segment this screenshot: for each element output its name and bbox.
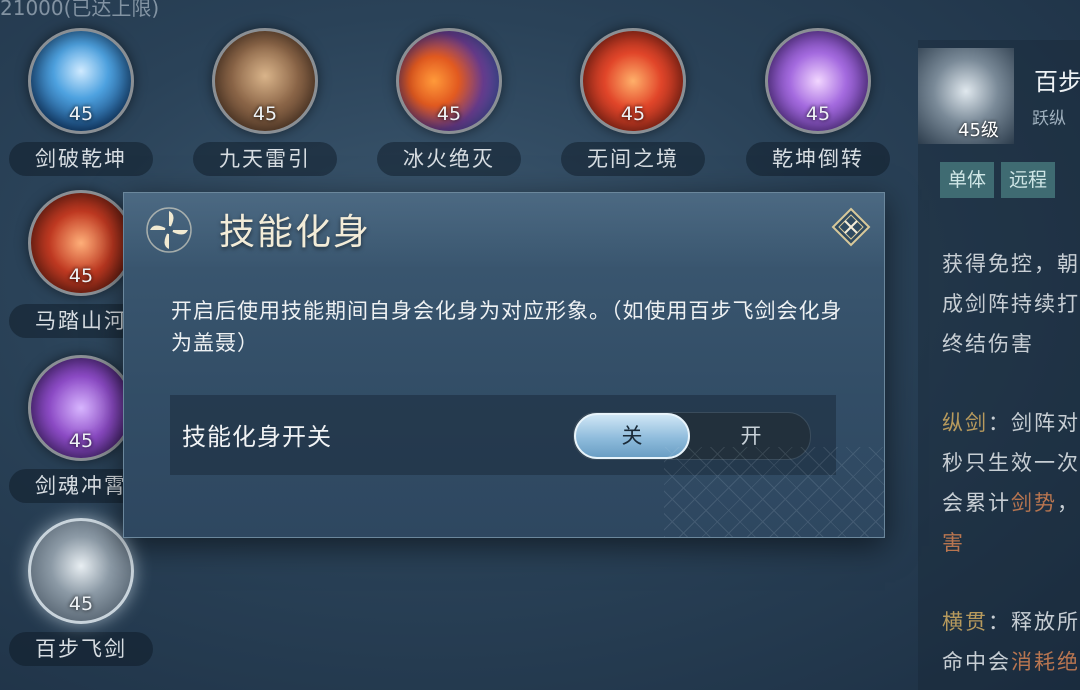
detail-skill-level: 45级 bbox=[958, 120, 999, 141]
dialog-title: 技能化身 bbox=[219, 212, 372, 253]
skill-slot-8-selected[interactable]: 45 百步飞剑 bbox=[6, 518, 156, 666]
skill-slot-5[interactable]: 45 乾坤倒转 bbox=[743, 28, 893, 176]
skill-level: 45 bbox=[68, 265, 94, 287]
detail-line: 获得免控，朝 bbox=[942, 252, 1080, 276]
skill-detail-panel: 45级 百步 跃纵 单体 远程 获得免控，朝 成剑阵持续打 终结伤害 纵剑：剑阵… bbox=[918, 40, 1080, 690]
tag-ranged: 远程 bbox=[1001, 162, 1056, 198]
detail-line: 害 bbox=[942, 531, 965, 555]
detail-line-text: 会累计 bbox=[942, 491, 1011, 515]
detail-line-text: ：剑阵对 bbox=[988, 411, 1080, 435]
detail-line-text: 命中会 bbox=[942, 650, 1011, 674]
skill-icon: 45 bbox=[28, 28, 134, 134]
detail-line: 纵剑：剑阵对 bbox=[942, 407, 1080, 437]
skill-icon: 45 bbox=[580, 28, 686, 134]
detail-line: 秒只生效一次 bbox=[942, 451, 1080, 475]
skill-name: 百步飞剑 bbox=[9, 632, 153, 666]
tag-single-target: 单体 bbox=[940, 162, 995, 198]
skill-level: 45 bbox=[436, 103, 462, 125]
skill-level: 45 bbox=[68, 430, 94, 452]
skill-level: 45 bbox=[620, 103, 646, 125]
skill-name: 剑破乾坤 bbox=[9, 142, 153, 176]
skill-icon: 45 bbox=[212, 28, 318, 134]
detail-line: 会累计剑势， bbox=[942, 487, 1080, 517]
detail-line: 成剑阵持续打 bbox=[942, 292, 1080, 316]
skill-name: 冰火绝灭 bbox=[377, 142, 521, 176]
detail-skill-title: 百步 bbox=[1034, 68, 1080, 96]
skill-slot-3[interactable]: 45 冰火绝灭 bbox=[374, 28, 524, 176]
skill-level: 45 bbox=[68, 593, 94, 615]
detail-keyword: 横贯 bbox=[942, 610, 988, 634]
skill-name: 无间之境 bbox=[561, 142, 705, 176]
skill-slot-2[interactable]: 45 九天雷引 bbox=[190, 28, 340, 176]
top-hint-text: 21000(已达上限) bbox=[0, 0, 160, 20]
skill-icon: 45 bbox=[28, 518, 134, 624]
detail-accent: 消耗绝 bbox=[1011, 650, 1080, 674]
skill-level: 45 bbox=[68, 103, 94, 125]
decorative-pattern bbox=[664, 447, 884, 537]
detail-keyword: 纵剑 bbox=[942, 411, 988, 435]
skill-icon: 45 bbox=[28, 190, 134, 296]
close-icon[interactable] bbox=[831, 207, 871, 247]
detail-accent: 剑势 bbox=[1011, 491, 1057, 515]
detail-skill-icon: 45级 bbox=[918, 48, 1014, 144]
detail-skill-subtitle: 跃纵 bbox=[1032, 109, 1066, 129]
detail-line: 命中会消耗绝 bbox=[942, 646, 1080, 676]
skill-name: 乾坤倒转 bbox=[746, 142, 890, 176]
detail-line-text: ， bbox=[1057, 491, 1080, 515]
dialog-description: 开启后使用技能期间自身会化身为对应形象。（如使用百步飞剑会化身为盖聂） bbox=[171, 299, 843, 355]
skill-avatar-dialog: 技能化身 开启后使用技能期间自身会化身为对应形象。（如使用百步飞剑会化身为盖聂）… bbox=[123, 192, 885, 538]
pinwheel-emblem-icon bbox=[146, 207, 192, 253]
skill-slot-1[interactable]: 45 剑破乾坤 bbox=[6, 28, 156, 176]
detail-line: 横贯：释放所 bbox=[942, 606, 1080, 636]
skill-level: 45 bbox=[252, 103, 278, 125]
skill-slot-4[interactable]: 45 无间之境 bbox=[558, 28, 708, 176]
skill-icon: 45 bbox=[765, 28, 871, 134]
detail-line-text: ：释放所 bbox=[988, 610, 1080, 634]
skill-level: 45 bbox=[805, 103, 831, 125]
skill-icon: 45 bbox=[396, 28, 502, 134]
skill-icon: 45 bbox=[28, 355, 134, 461]
skill-name: 九天雷引 bbox=[193, 142, 337, 176]
detail-line: 终结伤害 bbox=[942, 332, 1034, 356]
toggle-label: 技能化身开关 bbox=[182, 423, 332, 451]
